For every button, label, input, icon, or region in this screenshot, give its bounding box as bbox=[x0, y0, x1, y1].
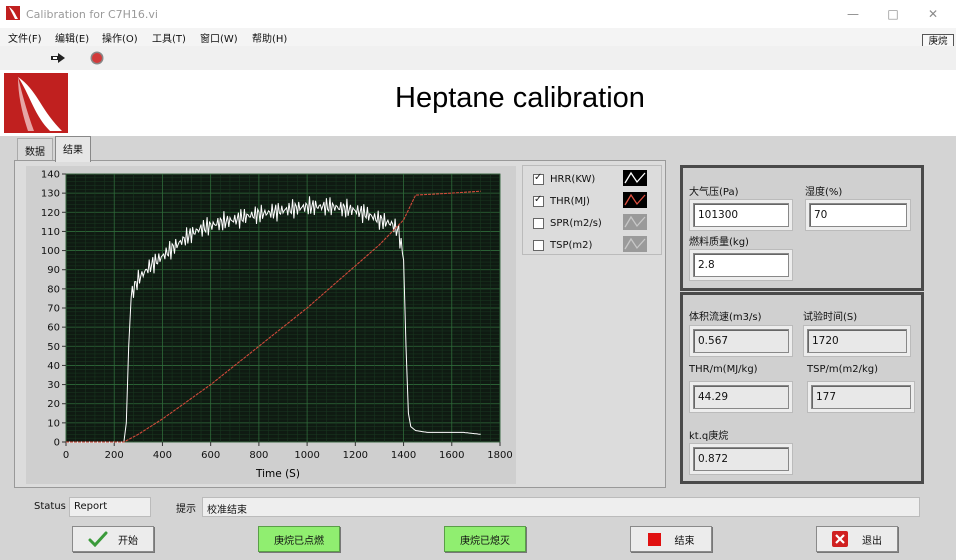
legend-item-tsp[interactable]: TSP(m2) bbox=[533, 236, 592, 254]
heptane-extinguished-button[interactable]: 庚烷已熄灭 bbox=[444, 526, 526, 552]
hrr-thr-chart: 0 10 20 30 40 50 60 70 80 90 100 110 120 130 140 0 200 4… bbox=[41, 170, 513, 481]
plot-legend: HRR(KW) THR(MJ) SPR(m2/s) TSP(m2) bbox=[522, 165, 662, 255]
legend-label-hrr: HRR(KW) bbox=[550, 173, 596, 185]
window-title: Calibration for C7H16.vi bbox=[26, 8, 158, 21]
tab-result[interactable]: 结果 bbox=[55, 136, 91, 162]
y-tick-label: 120 bbox=[41, 208, 60, 219]
hrr-plot-swatch-icon[interactable] bbox=[623, 170, 647, 186]
spr-plot-swatch-icon[interactable] bbox=[623, 214, 647, 230]
x-tick-label: 800 bbox=[249, 450, 268, 461]
tab-data[interactable]: 数据 bbox=[17, 138, 53, 160]
hint-value: 校准结束 bbox=[202, 497, 920, 517]
status-label: Status bbox=[34, 501, 66, 512]
menu-file[interactable]: 文件(F) bbox=[8, 30, 42, 45]
checkbox-tsp[interactable] bbox=[533, 239, 544, 251]
pressure-input[interactable]: 101300 bbox=[693, 203, 789, 227]
menu-bar: 文件(F) 编辑(E) 操作(O) 工具(T) 窗口(W) 帮助(H) bbox=[0, 28, 956, 46]
x-tick-label: 1200 bbox=[343, 450, 368, 461]
tsp-plot-swatch-icon[interactable] bbox=[623, 236, 647, 252]
legend-label-tsp: TSP(m2) bbox=[550, 239, 593, 251]
menu-operate[interactable]: 操作(O) bbox=[102, 30, 138, 45]
kt-value: 0.872 bbox=[693, 447, 789, 471]
stop-square-icon bbox=[647, 532, 661, 546]
flow-rate-value: 0.567 bbox=[693, 329, 789, 353]
y-tick-label: 20 bbox=[47, 399, 60, 410]
fuel-mass-label: 燃料质量(kg) bbox=[689, 237, 749, 248]
y-tick-label: 30 bbox=[47, 380, 60, 391]
results-panel: 体积流速(m3/s) 0.567 试验时间(S) 1720 THR/m(MJ/k… bbox=[680, 292, 924, 484]
minimize-button[interactable]: — bbox=[838, 4, 868, 24]
test-time-label: 试验时间(S) bbox=[803, 312, 858, 323]
y-tick-label: 110 bbox=[41, 227, 60, 238]
start-button[interactable]: 开始 bbox=[72, 526, 154, 552]
status-value: Report bbox=[69, 497, 151, 517]
page-title: Heptane calibration bbox=[395, 82, 645, 114]
x-tick-label: 600 bbox=[201, 450, 220, 461]
environment-panel: 大气压(Pa) 101300 湿度(%) 70 燃料质量(kg) 2.8 bbox=[680, 165, 924, 291]
y-tick-label: 80 bbox=[47, 284, 60, 295]
x-tick-label: 400 bbox=[153, 450, 172, 461]
menu-edit[interactable]: 编辑(E) bbox=[55, 30, 89, 45]
checkbox-hrr[interactable] bbox=[533, 172, 544, 185]
y-tick-label: 130 bbox=[41, 189, 60, 200]
end-button-label: 结束 bbox=[674, 535, 695, 547]
exit-button[interactable]: 退出 bbox=[816, 526, 898, 552]
x-tick-label: 0 bbox=[63, 450, 69, 461]
x-tick-label: 1000 bbox=[294, 450, 319, 461]
fuel-mass-input[interactable]: 2.8 bbox=[693, 253, 789, 277]
y-tick-label: 10 bbox=[47, 418, 60, 429]
kt-label: kt.q庚烷 bbox=[689, 431, 729, 442]
legend-item-spr[interactable]: SPR(m2/s) bbox=[533, 214, 602, 232]
menu-help[interactable]: 帮助(H) bbox=[252, 30, 287, 45]
y-tick-label: 50 bbox=[47, 342, 60, 353]
checkbox-thr[interactable] bbox=[533, 194, 544, 207]
humidity-label: 湿度(%) bbox=[805, 187, 843, 198]
x-tick-label: 1400 bbox=[391, 450, 416, 461]
abort-stop-icon[interactable] bbox=[90, 51, 104, 65]
menu-window[interactable]: 窗口(W) bbox=[200, 30, 238, 45]
thr-per-mass-label: THR/m(MJ/kg) bbox=[689, 364, 758, 375]
exit-button-label: 退出 bbox=[862, 535, 882, 547]
legend-label-spr: SPR(m2/s) bbox=[550, 217, 602, 229]
heptane-ignited-label: 庚烷已点燃 bbox=[274, 535, 324, 547]
thr-per-mass-value: 44.29 bbox=[693, 385, 789, 409]
toolbar bbox=[0, 46, 956, 70]
start-button-label: 开始 bbox=[118, 535, 138, 547]
y-tick-label: 100 bbox=[41, 246, 60, 257]
y-tick-label: 90 bbox=[47, 265, 60, 276]
legend-label-thr: THR(MJ) bbox=[550, 195, 590, 207]
tsp-per-mass-label: TSP/m(m2/kg) bbox=[807, 364, 879, 375]
y-tick-label: 40 bbox=[47, 361, 60, 372]
exit-x-icon bbox=[832, 531, 848, 547]
checkmark-icon bbox=[88, 531, 108, 547]
humidity-input[interactable]: 70 bbox=[809, 203, 907, 227]
y-tick-label: 60 bbox=[47, 323, 60, 334]
run-arrow-icon[interactable] bbox=[50, 52, 66, 64]
app-logo-icon bbox=[6, 6, 20, 20]
y-axis: 0 10 20 30 40 50 60 70 80 90 100 110 120 130 140 bbox=[41, 170, 66, 449]
menu-tools[interactable]: 工具(T) bbox=[152, 30, 186, 45]
x-axis-label: Time (S) bbox=[255, 468, 300, 480]
y-tick-label: 70 bbox=[47, 304, 60, 315]
maximize-button[interactable]: □ bbox=[878, 4, 908, 24]
close-button[interactable]: ✕ bbox=[918, 4, 948, 24]
x-tick-label: 1800 bbox=[487, 450, 512, 461]
checkbox-spr[interactable] bbox=[533, 217, 544, 229]
x-tick-label: 200 bbox=[105, 450, 124, 461]
test-time-value: 1720 bbox=[807, 329, 907, 353]
heptane-extinguished-label: 庚烷已熄灭 bbox=[460, 535, 510, 547]
legend-item-hrr[interactable]: HRR(KW) bbox=[533, 170, 595, 188]
thr-plot-swatch-icon[interactable] bbox=[623, 192, 647, 208]
tsp-per-mass-value: 177 bbox=[811, 385, 911, 409]
x-tick-label: 1600 bbox=[439, 450, 464, 461]
y-tick-label: 0 bbox=[54, 438, 60, 449]
heptane-ignited-button[interactable]: 庚烷已点燃 bbox=[258, 526, 340, 552]
x-axis: 0 200 400 600 800 1000 1200 1400 1600 1800 bbox=[63, 442, 513, 461]
legend-item-thr[interactable]: THR(MJ) bbox=[533, 192, 590, 210]
end-button[interactable]: 结束 bbox=[630, 526, 712, 552]
hint-label: 提示 bbox=[176, 504, 196, 515]
y-tick-label: 140 bbox=[41, 170, 60, 181]
flow-rate-label: 体积流速(m3/s) bbox=[689, 312, 762, 323]
pressure-label: 大气压(Pa) bbox=[689, 187, 739, 198]
